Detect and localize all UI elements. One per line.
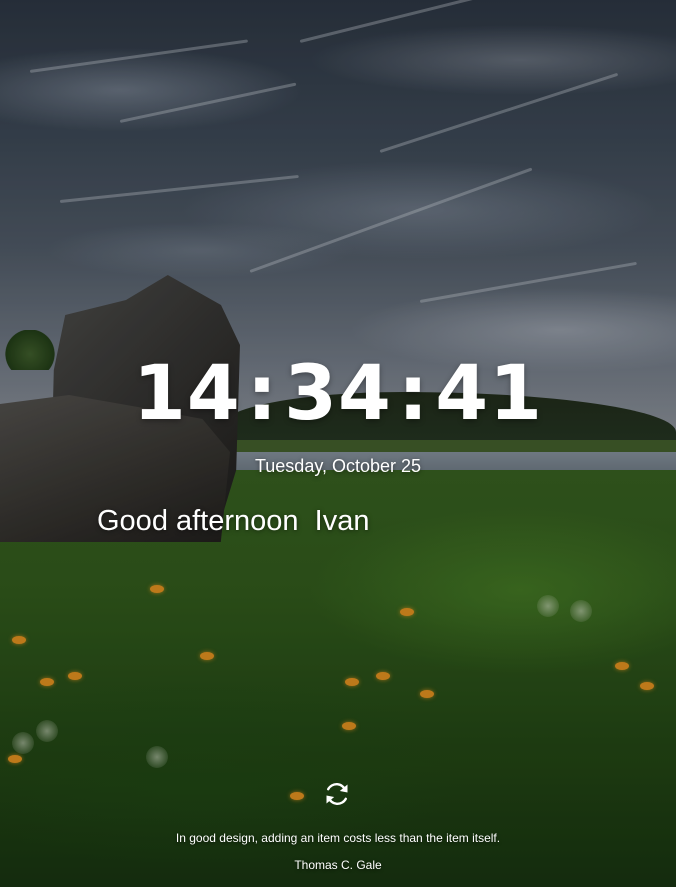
clock: 14:34:41 — [0, 348, 676, 438]
date-display: Tuesday, October 25 — [254, 456, 422, 476]
new-tab-dashboard: 14:34:41 Tuesday, October 25 Good aftern… — [0, 0, 676, 887]
refresh-icon — [326, 783, 348, 805]
quote-author: Thomas C. Gale — [294, 858, 382, 872]
clock-minutes: 34 — [284, 348, 392, 437]
clock-seconds: 41 — [435, 348, 544, 437]
greeting: Good afternoon Ivan — [97, 503, 370, 539]
greeting-name[interactable]: Ivan — [315, 505, 370, 537]
refresh-quote-button[interactable] — [322, 779, 352, 809]
greeting-salutation: Good afternoon — [97, 505, 299, 537]
clock-hours: 14 — [132, 348, 241, 437]
clock-separator: : — [397, 348, 430, 437]
clock-separator: : — [246, 348, 279, 437]
quote-text: In good design, adding an item costs les… — [175, 831, 501, 845]
